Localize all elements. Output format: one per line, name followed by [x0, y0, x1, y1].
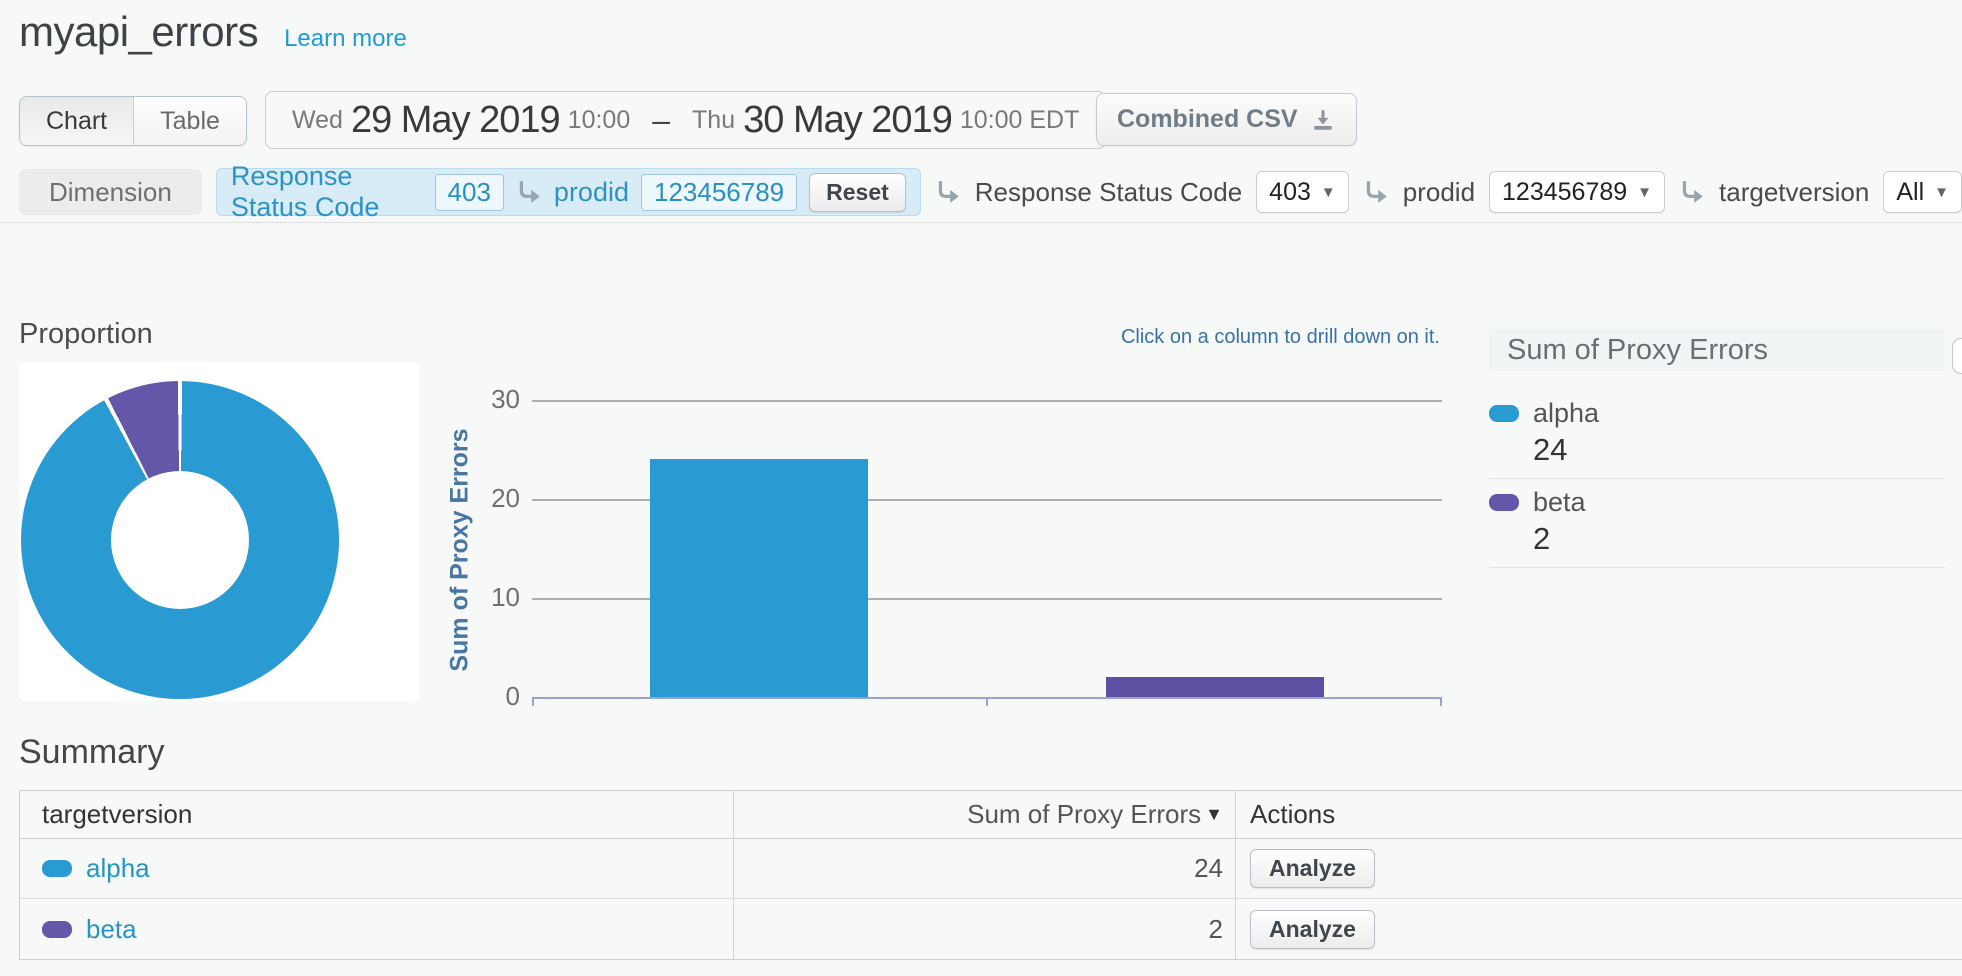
alpha-swatch-icon — [1489, 405, 1519, 422]
breadcrumb-dimension-name: prodid — [554, 177, 629, 208]
page-title: myapi_errors — [19, 8, 258, 56]
breadcrumb-dimension-value[interactable]: 123456789 — [641, 174, 797, 211]
y-tick-label: 20 — [476, 483, 520, 514]
drilldown-hint: Click on a column to drill down on it. — [1121, 326, 1440, 349]
chart-toggle-button[interactable]: Chart — [20, 97, 133, 145]
divider — [0, 222, 1962, 223]
learn-more-link[interactable]: Learn more — [284, 25, 407, 53]
column-header-actions: Actions — [1236, 791, 1962, 839]
legend-label: alpha — [1533, 398, 1599, 429]
reset-button[interactable]: Reset — [809, 173, 906, 212]
summary-title: Summary — [19, 733, 164, 772]
start-date: 29 May 2019 — [351, 99, 560, 142]
end-time: 10:00 EDT — [960, 106, 1080, 135]
legend-value: 2 — [1533, 521, 1945, 557]
bar-chart: 30 20 10 0 — [532, 400, 1442, 697]
beta-swatch-icon — [1489, 494, 1519, 511]
legend-label: beta — [1533, 487, 1586, 518]
dimension-label: Dimension — [19, 169, 202, 215]
chevron-down-icon: ▼ — [1321, 184, 1336, 201]
bar-beta[interactable] — [1106, 677, 1324, 697]
column-header-sum-of-proxy-errors[interactable]: Sum of Proxy Errors ▼ — [734, 791, 1236, 839]
proportion-donut-chart[interactable] — [21, 381, 339, 699]
chevron-down-icon: ▼ — [1934, 184, 1949, 201]
drilldown-breadcrumb: Response Status Code 403 prodid 12345678… — [216, 168, 921, 216]
legend-title: Sum of Proxy Errors — [1507, 334, 1768, 367]
download-icon — [1310, 107, 1336, 133]
drill-arrow-icon — [1363, 179, 1389, 205]
filter-value: 403 — [1269, 178, 1311, 207]
date-range-separator: – — [652, 102, 670, 139]
y-tick-label: 10 — [476, 582, 520, 613]
table-row-alpha-actions: Analyze — [1236, 839, 1962, 899]
filter-name-prodid: prodid — [1403, 177, 1475, 208]
sort-descending-icon: ▼ — [1205, 804, 1223, 825]
legend-item-alpha: alpha 24 — [1489, 390, 1945, 479]
table-row-beta-label: beta — [20, 899, 734, 959]
alpha-link[interactable]: alpha — [86, 853, 150, 884]
end-date: 30 May 2019 — [743, 99, 952, 142]
filter-value: All — [1896, 178, 1924, 207]
filter-name-response-status-code: Response Status Code — [975, 177, 1242, 208]
date-range-picker[interactable]: Wed 29 May 2019 10:00 – Thu 30 May 2019 … — [265, 91, 1106, 149]
combined-csv-button[interactable]: Combined CSV — [1096, 93, 1357, 146]
x-axis-tick — [532, 697, 534, 706]
start-day: Wed — [292, 106, 343, 135]
drill-arrow-icon — [1679, 179, 1705, 205]
x-axis-tick — [1440, 697, 1442, 706]
table-row-beta-actions: Analyze — [1236, 899, 1962, 959]
filter-value: 123456789 — [1502, 178, 1627, 207]
analyze-button[interactable]: Analyze — [1250, 910, 1375, 949]
gridline-30 — [532, 400, 1442, 402]
start-time: 10:00 — [568, 106, 631, 135]
analyze-button[interactable]: Analyze — [1250, 849, 1375, 888]
y-tick-label: 30 — [476, 384, 520, 415]
x-axis-tick — [986, 697, 988, 706]
legend-overflow-button[interactable] — [1952, 338, 1962, 374]
table-row-alpha-value: 24 — [734, 839, 1236, 899]
legend: alpha 24 beta 2 — [1489, 390, 1945, 568]
summary-table: targetversion Sum of Proxy Errors ▼ Acti… — [19, 790, 1962, 960]
table-row-alpha-label: alpha — [20, 839, 734, 899]
breadcrumb-dimension-value[interactable]: 403 — [435, 174, 504, 211]
dimension-bar: Dimension Response Status Code 403 prodi… — [19, 167, 1962, 217]
donut-hole — [111, 471, 249, 609]
drill-arrow-icon — [516, 179, 542, 205]
table-row-beta-value: 2 — [734, 899, 1236, 959]
drill-arrow-icon — [935, 179, 961, 205]
legend-item-head[interactable]: beta — [1489, 487, 1945, 518]
filter-dropdown-prodid[interactable]: 123456789 ▼ — [1489, 171, 1665, 213]
table-toggle-button[interactable]: Table — [133, 97, 246, 145]
beta-swatch-icon — [42, 921, 72, 938]
y-tick-label: 0 — [476, 681, 520, 712]
filter-dropdown-targetversion[interactable]: All ▼ — [1883, 171, 1962, 213]
chevron-down-icon: ▼ — [1637, 184, 1652, 201]
proportion-title: Proportion — [19, 318, 153, 351]
legend-header: Sum of Proxy Errors — [1489, 329, 1944, 371]
column-header-label: Sum of Proxy Errors — [967, 799, 1201, 830]
filter-dropdown-response-status-code[interactable]: 403 ▼ — [1256, 171, 1349, 213]
legend-item-beta: beta 2 — [1489, 479, 1945, 568]
page-header: myapi_errors Learn more — [19, 8, 407, 56]
combined-csv-label: Combined CSV — [1117, 105, 1298, 134]
bar-alpha[interactable] — [650, 459, 868, 697]
filter-name-targetversion: targetversion — [1719, 177, 1869, 208]
end-day: Thu — [692, 106, 735, 135]
legend-value: 24 — [1533, 432, 1945, 468]
beta-link[interactable]: beta — [86, 914, 137, 945]
alpha-swatch-icon — [42, 860, 72, 877]
chart-table-toggle: Chart Table — [19, 96, 247, 146]
column-header-targetversion: targetversion — [20, 791, 734, 839]
legend-item-head[interactable]: alpha — [1489, 398, 1945, 429]
y-axis-title: Sum of Proxy Errors — [446, 428, 475, 671]
breadcrumb-dimension-name: Response Status Code — [231, 161, 423, 223]
